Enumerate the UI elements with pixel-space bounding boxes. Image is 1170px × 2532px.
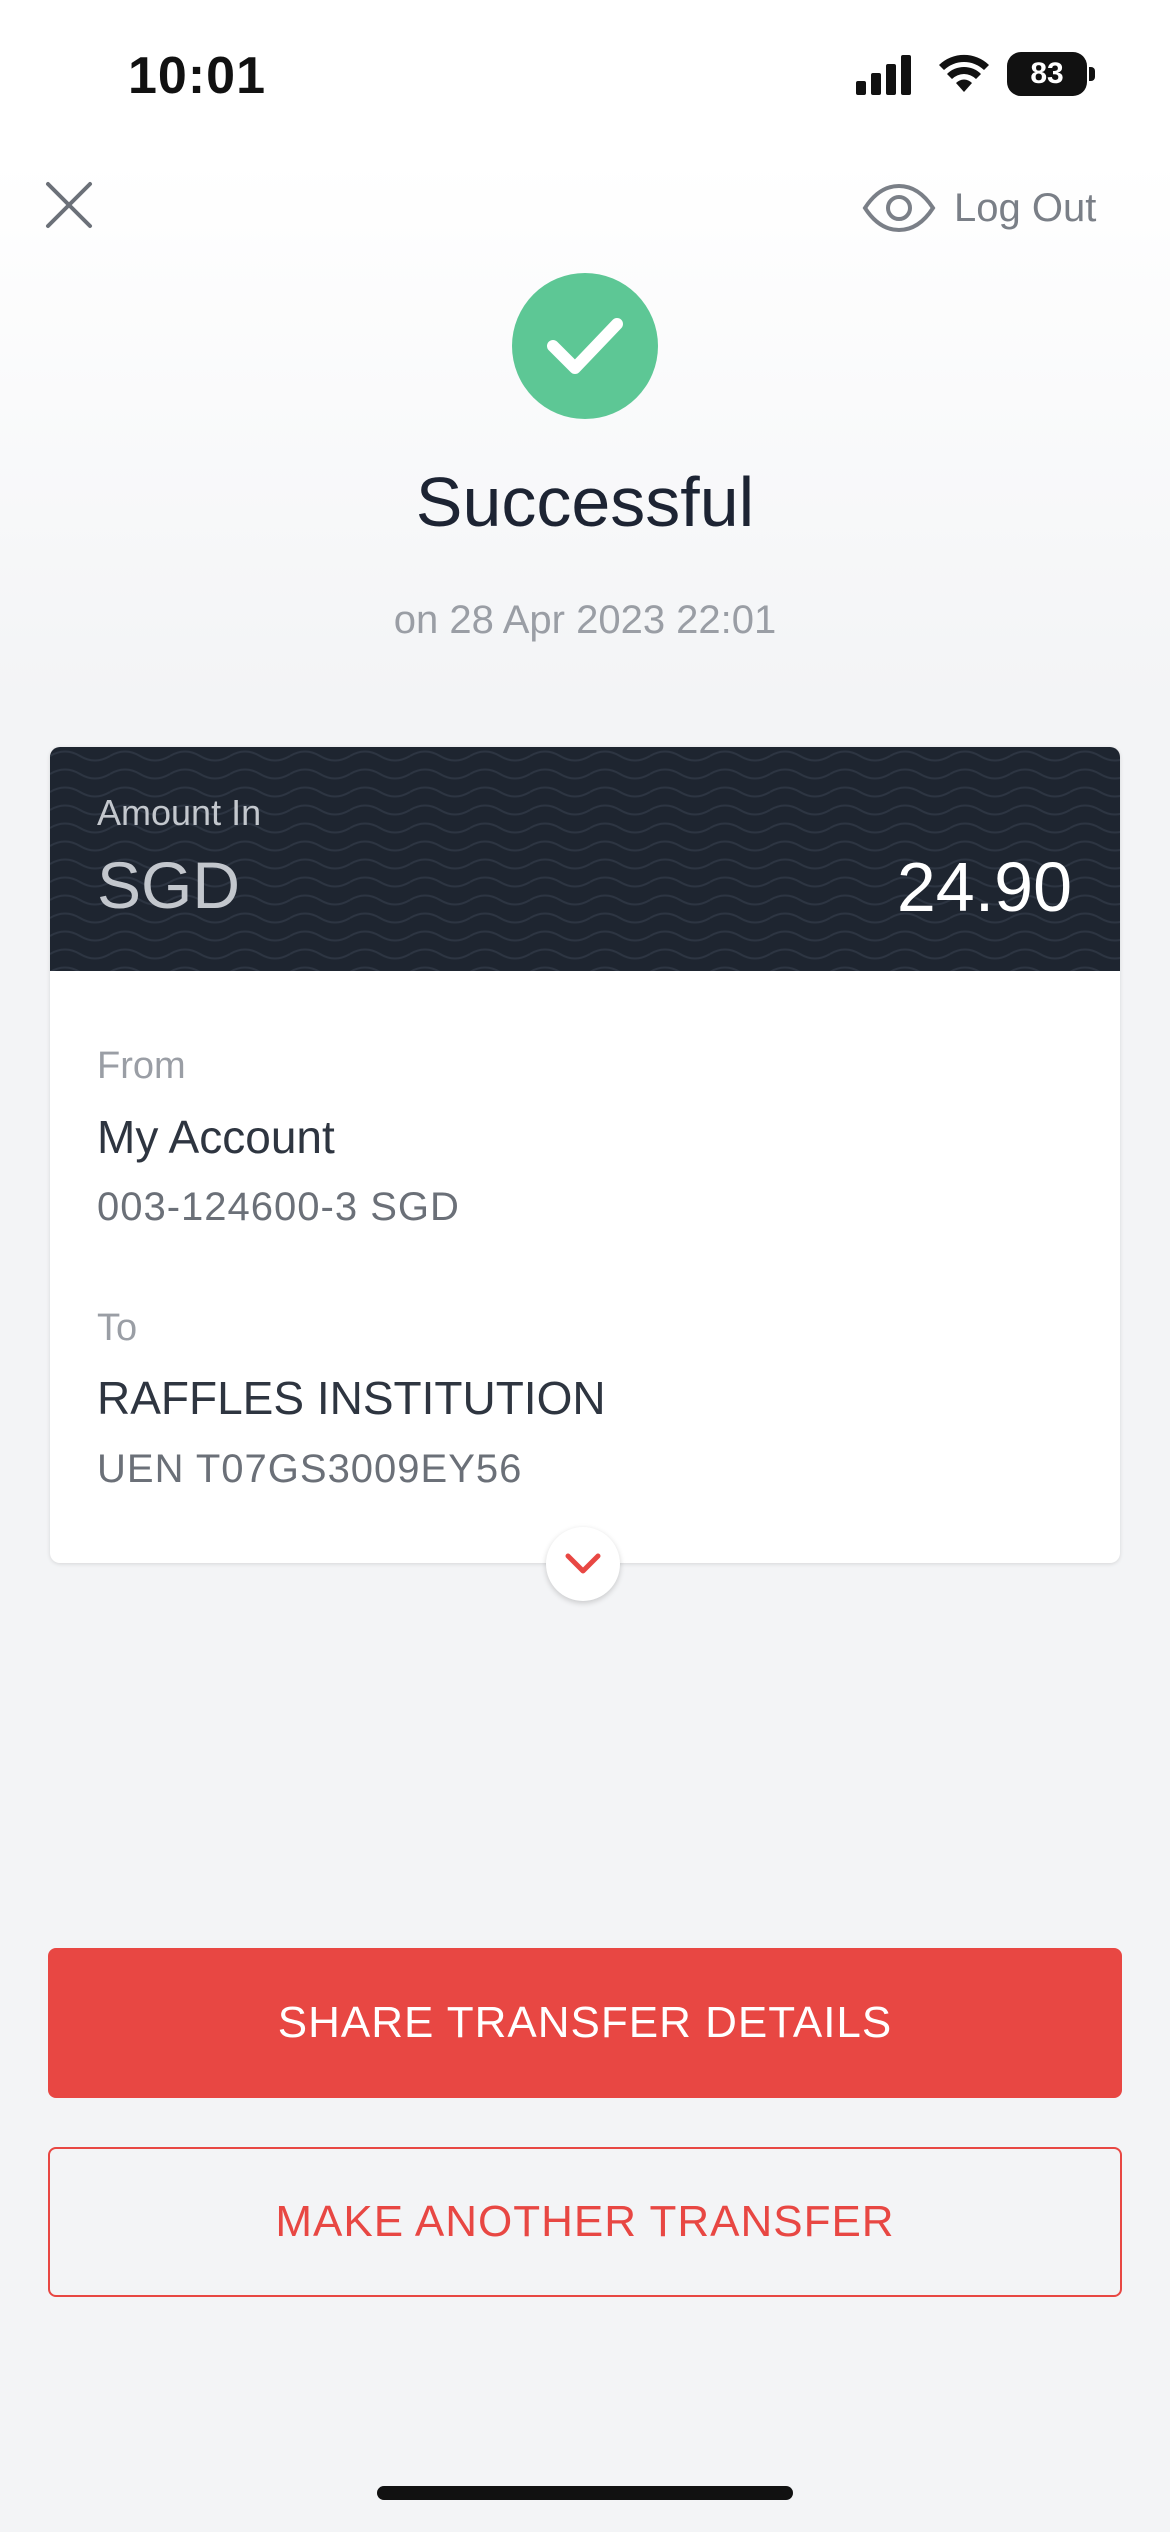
close-button[interactable]: [44, 180, 94, 230]
amount-value: 24.90: [896, 848, 1072, 926]
wifi-icon: [939, 54, 989, 92]
transfer-card: Amount In SGD 24.90 From My Account 003-…: [50, 747, 1120, 1563]
currency: SGD: [97, 848, 241, 922]
to-recipient-uen: UEN T07GS3009EY56: [97, 1447, 523, 1491]
battery-cap: [1089, 67, 1095, 81]
status-title: Successful: [415, 463, 755, 541]
from-label: From: [97, 1045, 186, 1087]
battery-level: 83: [1030, 57, 1064, 90]
to-label: To: [97, 1307, 138, 1349]
eye-icon: [862, 183, 936, 233]
close-icon: [46, 182, 92, 228]
battery-icon: 83: [1007, 52, 1087, 96]
checkmark-icon: [512, 273, 658, 419]
logout-label: Log Out: [954, 185, 1097, 230]
make-another-transfer-button[interactable]: MAKE ANOTHER TRANSFER: [48, 2147, 1122, 2297]
transfer-timestamp: on 28 Apr 2023 22:01: [393, 598, 777, 642]
amount-header: Amount In SGD 24.90: [50, 747, 1120, 971]
amount-label: Amount In: [97, 792, 262, 833]
expand-details-button[interactable]: [546, 1527, 620, 1601]
home-indicator[interactable]: [377, 2486, 793, 2500]
status-time: 10:01: [128, 47, 266, 105]
from-account-number: 003-124600-3 SGD: [97, 1185, 460, 1229]
signal-icon: [856, 55, 911, 95]
from-account-name: My Account: [97, 1111, 335, 1163]
chevron-down-icon: [565, 1553, 601, 1574]
share-transfer-details-button[interactable]: SHARE TRANSFER DETAILS: [48, 1948, 1122, 2098]
logout-button[interactable]: Log Out: [862, 178, 1096, 238]
to-recipient-name: RAFFLES INSTITUTION: [97, 1372, 606, 1424]
status-bar: 10:01 83: [0, 0, 1170, 150]
